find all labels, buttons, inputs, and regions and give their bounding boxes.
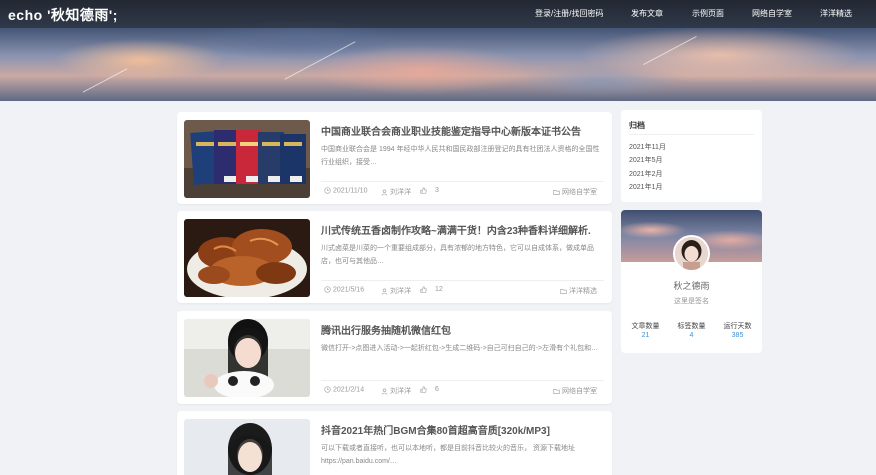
nav-login[interactable]: 登录/注册/找回密码	[535, 8, 603, 19]
like-icon	[420, 286, 427, 293]
post-likes[interactable]: 3	[420, 187, 439, 194]
post-card[interactable]: 川式传统五香卤制作攻略~满满干货！内含23种香料详细解析. 川式卤菜是川菜的一个…	[177, 211, 612, 303]
post-category-text[interactable]: 网络自学室	[562, 388, 597, 395]
calendar-icon	[324, 286, 331, 293]
post-category[interactable]: 网络自学室	[553, 386, 597, 396]
post-likes-count: 3	[434, 187, 439, 195]
post-category[interactable]: 网络自学室	[553, 187, 597, 197]
post-date-text: 2021/11/10	[332, 187, 368, 195]
post-author[interactable]: 刘洋洋	[381, 386, 411, 396]
post-thumbnail[interactable]	[184, 120, 310, 198]
banner-streak	[82, 68, 128, 93]
post-date-text: 2021/5/16	[332, 286, 365, 294]
post-category[interactable]: 洋洋精选	[560, 286, 597, 296]
post-thumbnail[interactable]	[184, 319, 310, 397]
post-likes[interactable]: 12	[420, 286, 443, 293]
post-author[interactable]: 刘洋洋	[381, 286, 411, 296]
user-icon	[381, 189, 388, 196]
folder-icon	[553, 388, 560, 395]
post-divider	[321, 181, 604, 182]
post-likes-count: 12	[434, 286, 443, 294]
user-icon	[381, 388, 388, 395]
profile-name: 秋之德雨	[673, 281, 710, 291]
post-likes[interactable]: 6	[420, 386, 439, 393]
post-title[interactable]: 中国商业联合会商业职业技能鉴定指导中心新版本证书公告	[321, 123, 581, 138]
post-excerpt: 川式卤菜是川菜的一个重要组成部分，具有浓郁的地方特色，它可以自成体系，做成单品店…	[321, 245, 594, 265]
archive-item[interactable]: 2021年5月	[629, 155, 662, 165]
banner-streak	[284, 41, 356, 80]
like-icon	[420, 187, 427, 194]
post-excerpt: 中国商业联合会是 1994 年经中华人民共和国民政部注册登记的具有社团法人资格的…	[321, 146, 600, 166]
post-thumbnail[interactable]	[184, 419, 310, 475]
post-date-text: 2021/2/14	[332, 386, 365, 394]
calendar-icon	[324, 386, 331, 393]
post-card[interactable]: 中国商业联合会商业职业技能鉴定指导中心新版本证书公告 中国商业联合会是 1994…	[177, 112, 612, 204]
stat-value-tags[interactable]: 4	[668, 332, 715, 339]
post-card[interactable]: 腾讯出行服务抽随机微信红包 微信打开->点图进入活动->一起折红包->生成二维码…	[177, 311, 612, 404]
stat-label-tags: 标签数量	[677, 323, 706, 330]
archive-item[interactable]: 2021年2月	[629, 169, 662, 179]
stat-value-posts[interactable]: 21	[622, 332, 669, 339]
nav-sample-page[interactable]: 示例页面	[692, 8, 724, 19]
post-divider	[321, 380, 604, 381]
header-banner: echo '秋知德雨'; 登录/注册/找回密码 发布文章 示例页面 网络自学室 …	[0, 0, 876, 101]
post-divider	[321, 280, 604, 281]
folder-icon	[553, 189, 560, 196]
post-author-text[interactable]: 刘洋洋	[390, 288, 411, 295]
nav-bar	[0, 0, 876, 28]
user-icon	[381, 288, 388, 295]
archive-widget: 归档 2021年11月 2021年5月 2021年2月 2021年1月	[621, 110, 762, 202]
post-category-text[interactable]: 洋洋精选	[569, 288, 597, 295]
post-title[interactable]: 抖音2021年热门BGM合集80首超高音质[320k/MP3]	[321, 422, 550, 437]
post-likes-count: 6	[434, 386, 439, 394]
calendar-icon	[324, 187, 331, 194]
profile-signature: 这里是签名	[674, 298, 709, 305]
post-date: 2021/5/16	[324, 286, 364, 293]
post-title[interactable]: 川式传统五香卤制作攻略~满满干货！内含23种香料详细解析.	[321, 222, 591, 237]
post-title[interactable]: 腾讯出行服务抽随机微信红包	[321, 322, 451, 337]
post-date: 2021/2/14	[324, 386, 364, 393]
nav-publish[interactable]: 发布文章	[631, 8, 663, 19]
folder-icon	[560, 288, 567, 295]
archive-item[interactable]: 2021年11月	[629, 142, 666, 152]
post-excerpt: 可以下载或者直接听，也可以本地听，都是目前抖音比较火的音乐， 资源下载地址 ht…	[321, 445, 575, 465]
post-thumbnail[interactable]	[184, 219, 310, 297]
like-icon	[420, 386, 427, 393]
stat-label-days: 运行天数	[723, 323, 752, 330]
nav-self-study[interactable]: 网络自学室	[752, 8, 792, 19]
profile-widget: 秋之德雨 这里是签名 文章数量 21 标签数量 4 运行天数 385	[621, 210, 762, 353]
stat-value-days: 385	[731, 332, 744, 339]
site-logo[interactable]: echo '秋知德雨';	[8, 5, 118, 25]
stat-label-posts: 文章数量	[631, 323, 660, 330]
post-author[interactable]: 刘洋洋	[381, 187, 411, 197]
post-card[interactable]: 抖音2021年热门BGM合集80首超高音质[320k/MP3] 可以下载或者直接…	[177, 411, 612, 475]
post-date: 2021/11/10	[324, 187, 367, 194]
post-author-text[interactable]: 刘洋洋	[390, 189, 411, 196]
post-excerpt: 微信打开->点图进入活动->一起折红包->生成二维码->自己可扫自己的->左滑有…	[321, 345, 599, 352]
post-author-text[interactable]: 刘洋洋	[390, 388, 411, 395]
avatar[interactable]	[673, 235, 710, 272]
archive-title: 归档	[629, 121, 645, 130]
archive-item[interactable]: 2021年1月	[629, 182, 662, 192]
post-category-text[interactable]: 网络自学室	[562, 189, 597, 196]
banner-streak	[643, 35, 697, 66]
nav-featured[interactable]: 洋洋精选	[820, 8, 852, 19]
archive-divider	[629, 134, 754, 135]
